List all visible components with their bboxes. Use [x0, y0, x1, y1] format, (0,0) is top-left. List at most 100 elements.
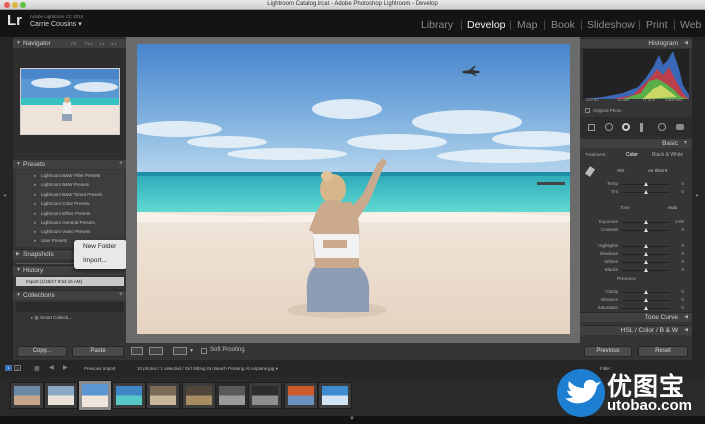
collection-item[interactable]: ▸ ▦ Smart Collecti... [31, 315, 72, 321]
module-slideshow[interactable]: Slideshow [587, 19, 635, 31]
history-entry[interactable]: Import (1/28/17 9:54:16 AM) [16, 277, 124, 286]
graduated-filter-icon[interactable] [640, 123, 643, 132]
slider-temp[interactable]: Temp 0 [590, 181, 684, 188]
slider-value[interactable]: 0 [681, 305, 684, 310]
radial-filter-icon[interactable] [658, 123, 666, 131]
preset-folder[interactable]: Lightroom Color Presets [34, 201, 89, 207]
filmstrip-thumbnail[interactable] [146, 382, 180, 409]
preset-folder[interactable]: User Presets [34, 238, 67, 244]
histogram-header[interactable]: Histogram ◀ [580, 38, 692, 48]
collections-header[interactable]: ▼ Collections + [13, 290, 126, 300]
wb-eyedropper-icon[interactable] [584, 166, 596, 177]
crop-tool-icon[interactable] [588, 124, 595, 131]
slider-clarity[interactable]: Clarity 0 [590, 289, 684, 296]
red-eye-icon[interactable] [622, 123, 630, 131]
before-after-view-icon[interactable] [149, 347, 163, 355]
filmstrip-thumbnail[interactable] [10, 382, 44, 409]
previous-button[interactable]: Previous [584, 346, 632, 357]
module-map[interactable]: Map [517, 19, 537, 31]
slider-value[interactable]: 0 [681, 267, 684, 272]
preset-folder[interactable]: Lightroom B&W Filter Presets [34, 173, 100, 179]
before-after-split-icon[interactable] [173, 347, 187, 355]
paste-button[interactable]: Paste [72, 346, 124, 357]
filmstrip-thumbnail[interactable] [78, 380, 112, 411]
treatment-color[interactable]: Color [626, 152, 638, 158]
slider-value[interactable]: 0 [681, 181, 684, 186]
filmstrip-toggle-icon[interactable]: ▼ [349, 416, 355, 422]
slider-knob[interactable] [644, 244, 648, 248]
slider-value[interactable]: 0 [681, 227, 684, 232]
slider-knob[interactable] [644, 260, 648, 264]
tone-curve-header[interactable]: Tone Curve ◀ [580, 312, 692, 322]
slider-knob[interactable] [644, 182, 648, 186]
slider-value[interactable]: 0 [681, 289, 684, 294]
slider-knob[interactable] [644, 268, 648, 272]
slider-whites[interactable]: Whites 0 [590, 259, 684, 266]
slider-knob[interactable] [644, 298, 648, 302]
slider-highlights[interactable]: Highlights 0 [590, 243, 684, 250]
module-print[interactable]: Print [646, 19, 668, 31]
wb-dropdown[interactable]: As Shot ▾ [648, 168, 667, 174]
preset-folder[interactable]: Lightroom B&W Toned Presets [34, 192, 103, 198]
slider-value[interactable]: 0 [681, 243, 684, 248]
right-panel-toggle-strip[interactable]: ▸ [692, 37, 705, 360]
module-book[interactable]: Book [551, 19, 575, 31]
menu-item-import[interactable]: Import... [83, 257, 107, 264]
treatment-bw[interactable]: Black & White [652, 152, 683, 158]
collections-filter-input[interactable] [16, 302, 124, 312]
filmstrip-thumbnail[interactable] [112, 382, 146, 409]
slider-value[interactable]: 0.00 [675, 219, 684, 224]
page-2-button[interactable]: 2 [14, 365, 21, 371]
soft-proofing-checkbox[interactable] [201, 348, 207, 354]
view-dropdown-icon[interactable]: ▾ [190, 347, 196, 355]
slider-knob[interactable] [644, 190, 648, 194]
slider-value[interactable]: 0 [681, 259, 684, 264]
back-arrow-icon[interactable]: ◀ [49, 364, 54, 371]
basic-header[interactable]: Basic ▼ [580, 138, 692, 148]
reset-button[interactable]: Reset [638, 346, 688, 357]
slider-knob[interactable] [644, 220, 648, 224]
forward-arrow-icon[interactable]: ▶ [63, 364, 68, 371]
filmstrip-thumbnail[interactable] [215, 382, 249, 409]
menu-item-new-folder[interactable]: New Folder [83, 243, 116, 250]
filmstrip-source[interactable]: Previous Import [84, 366, 116, 371]
module-web[interactable]: Web [680, 19, 701, 31]
slider-knob[interactable] [644, 228, 648, 232]
slider-exposure[interactable]: Exposure 0.00 [590, 219, 684, 226]
zoom-fit[interactable]: FIT [71, 41, 77, 46]
navigator-header[interactable]: ▼ Navigator FIT FILL 1:1 3:1 [13, 38, 126, 48]
module-library[interactable]: Library [421, 19, 453, 31]
slider-vibrance[interactable]: Vibrance 0 [590, 297, 684, 304]
zoom-3-1[interactable]: 3:1 [111, 41, 117, 46]
original-photo-checkbox[interactable] [585, 108, 590, 113]
left-panel-toggle-strip[interactable]: ◂ [0, 37, 13, 360]
auto-tone-button[interactable]: Auto [668, 205, 677, 210]
add-collection-icon[interactable]: + [119, 291, 123, 298]
filmstrip-thumbnail[interactable] [284, 382, 318, 409]
slider-knob[interactable] [644, 252, 648, 256]
hsl-header[interactable]: HSL / Color / B & W ◀ [580, 325, 692, 335]
slider-knob[interactable] [644, 290, 648, 294]
filmstrip-thumbnail[interactable] [318, 382, 352, 409]
slider-shadows[interactable]: Shadows 0 [590, 251, 684, 258]
filmstrip-thumbnail[interactable] [248, 382, 282, 409]
module-develop[interactable]: Develop [467, 19, 506, 31]
main-photo[interactable] [137, 44, 570, 334]
zoom-1-1[interactable]: 1:1 [99, 41, 105, 46]
slider-blacks[interactable]: Blacks 0 [590, 267, 684, 274]
filmstrip-thumbnail[interactable] [44, 382, 78, 409]
add-preset-icon[interactable]: + [119, 160, 123, 167]
slider-value[interactable]: 0 [681, 189, 684, 194]
loupe-view-icon[interactable] [131, 347, 143, 355]
copy-button[interactable]: Copy... [17, 346, 67, 357]
preset-folder[interactable]: Lightroom Video Presets [34, 229, 90, 235]
grid-view-icon[interactable]: ▦ [34, 365, 40, 372]
presets-header[interactable]: ▼ Presets + [13, 159, 126, 169]
slider-tint[interactable]: Tint 0 [590, 189, 684, 196]
navigator-preview[interactable] [20, 68, 120, 135]
identity-plate[interactable]: Carrie Cousins ▾ [30, 20, 82, 28]
preset-folder[interactable]: Lightroom Effect Presets [34, 211, 90, 217]
slider-saturation[interactable]: Saturation 0 [590, 305, 684, 312]
filmstrip-thumbnail[interactable] [182, 382, 216, 409]
slider-contrast[interactable]: Contrast 0 [590, 227, 684, 234]
